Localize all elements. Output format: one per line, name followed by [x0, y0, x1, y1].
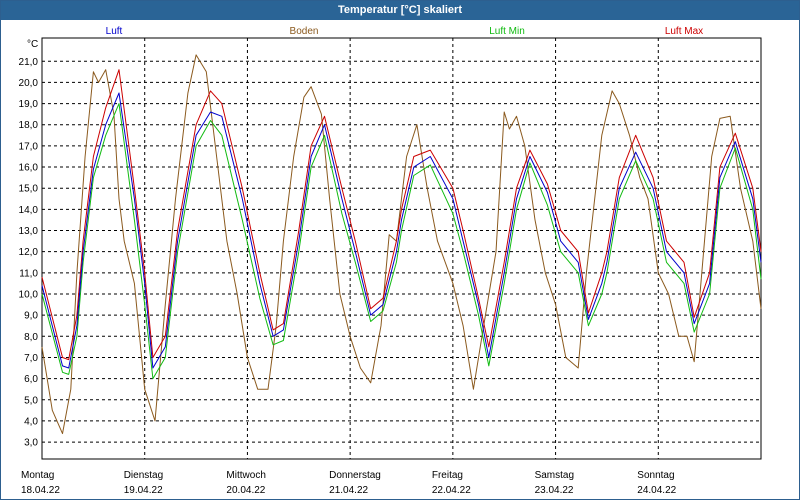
- y-tick-label: 9,0: [24, 311, 38, 322]
- plot-area: [41, 37, 762, 460]
- y-tick-label: 20,0: [19, 78, 39, 89]
- y-tick-label: 4,0: [24, 416, 38, 427]
- y-tick-label: 11,0: [19, 268, 38, 279]
- plot-border: [41, 37, 762, 460]
- y-tick-label: 10,0: [19, 289, 39, 300]
- y-tick-label: 18,0: [19, 120, 39, 131]
- x-tick-date: 20.04.22: [226, 485, 265, 496]
- x-axis: Montag 18.04.22 Dienstag 19.04.22 Mittwoch 20…: [21, 470, 677, 496]
- temperature-chart: Luft Boden Luft Min Luft Max °C 3,0 4,0 5,0 6,0…: [19, 26, 762, 496]
- y-tick-label: 6,0: [24, 374, 38, 385]
- x-tick-date: 18.04.22: [21, 485, 60, 496]
- y-tick-label: 12,0: [19, 247, 39, 258]
- x-tick-weekday: Donnerstag: [329, 470, 381, 481]
- x-tick-weekday: Mittwoch: [226, 470, 265, 481]
- y-tick-label: 14,0: [19, 205, 39, 216]
- y-tick-label: 7,0: [24, 353, 38, 364]
- chart-window: Temperatur [°C] skaliert Luft Boden Luft M…: [0, 0, 800, 500]
- x-tick-weekday: Sonntag: [637, 470, 674, 481]
- y-axis: °C 3,0 4,0 5,0 6,0 7,0 8,0 9,0 10,0 11,0 12,0 13,0 1…: [19, 39, 39, 449]
- x-tick-weekday: Montag: [21, 470, 54, 481]
- legend: Luft Boden Luft Min Luft Max: [106, 26, 704, 37]
- y-tick-label: 19,0: [19, 99, 39, 110]
- x-tick-weekday: Dienstag: [124, 470, 163, 481]
- y-tick-label: 15,0: [19, 184, 39, 195]
- legend-entry: Boden: [290, 26, 319, 37]
- y-tick-label: 8,0: [24, 332, 38, 343]
- x-tick-date: 19.04.22: [124, 485, 163, 496]
- legend-entry: Luft: [106, 26, 123, 37]
- legend-entry: Luft Max: [665, 26, 703, 37]
- y-tick-label: 5,0: [24, 395, 38, 406]
- x-tick-date: 23.04.22: [535, 485, 574, 496]
- x-tick-date: 21.04.22: [329, 485, 368, 496]
- x-tick-date: 24.04.22: [637, 485, 676, 496]
- y-tick-label: 13,0: [19, 226, 39, 237]
- y-tick-label: 21,0: [19, 57, 39, 68]
- y-tick-label: 17,0: [19, 141, 39, 152]
- legend-entry: Luft Min: [489, 26, 525, 37]
- y-tick-label: 3,0: [24, 438, 38, 449]
- x-tick-date: 22.04.22: [432, 485, 471, 496]
- y-axis-unit: °C: [27, 39, 38, 50]
- x-tick-weekday: Freitag: [432, 470, 463, 481]
- y-tick-label: 16,0: [19, 163, 39, 174]
- x-tick-weekday: Samstag: [535, 470, 574, 481]
